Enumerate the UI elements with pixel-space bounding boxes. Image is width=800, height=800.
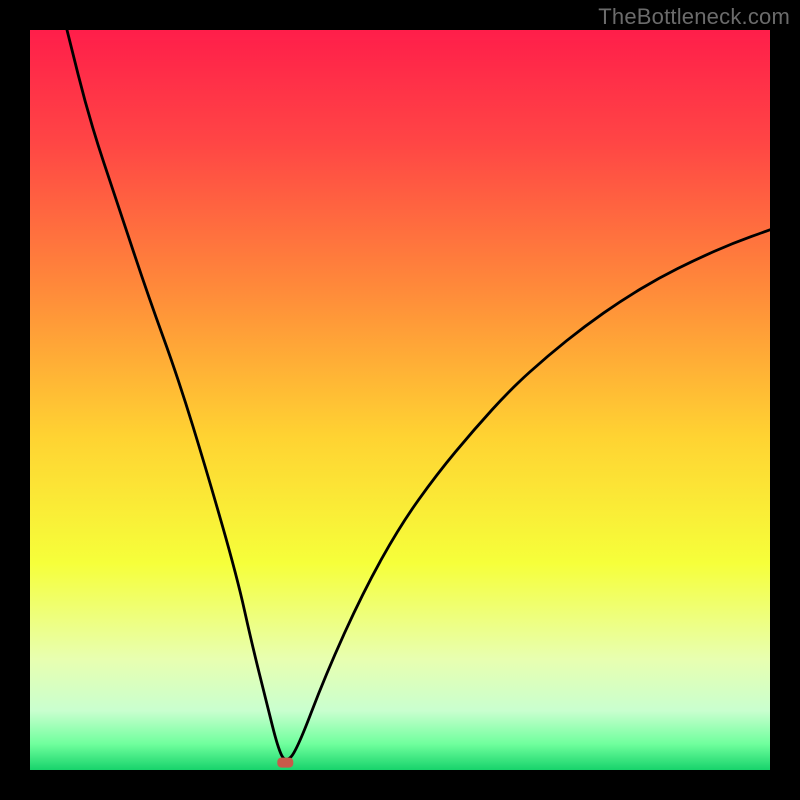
chart-svg — [30, 30, 770, 770]
chart-root: TheBottleneck.com — [0, 0, 800, 800]
plot-area — [30, 30, 770, 770]
gradient-background — [30, 30, 770, 770]
minimum-marker — [277, 758, 293, 768]
watermark-label: TheBottleneck.com — [598, 4, 790, 30]
